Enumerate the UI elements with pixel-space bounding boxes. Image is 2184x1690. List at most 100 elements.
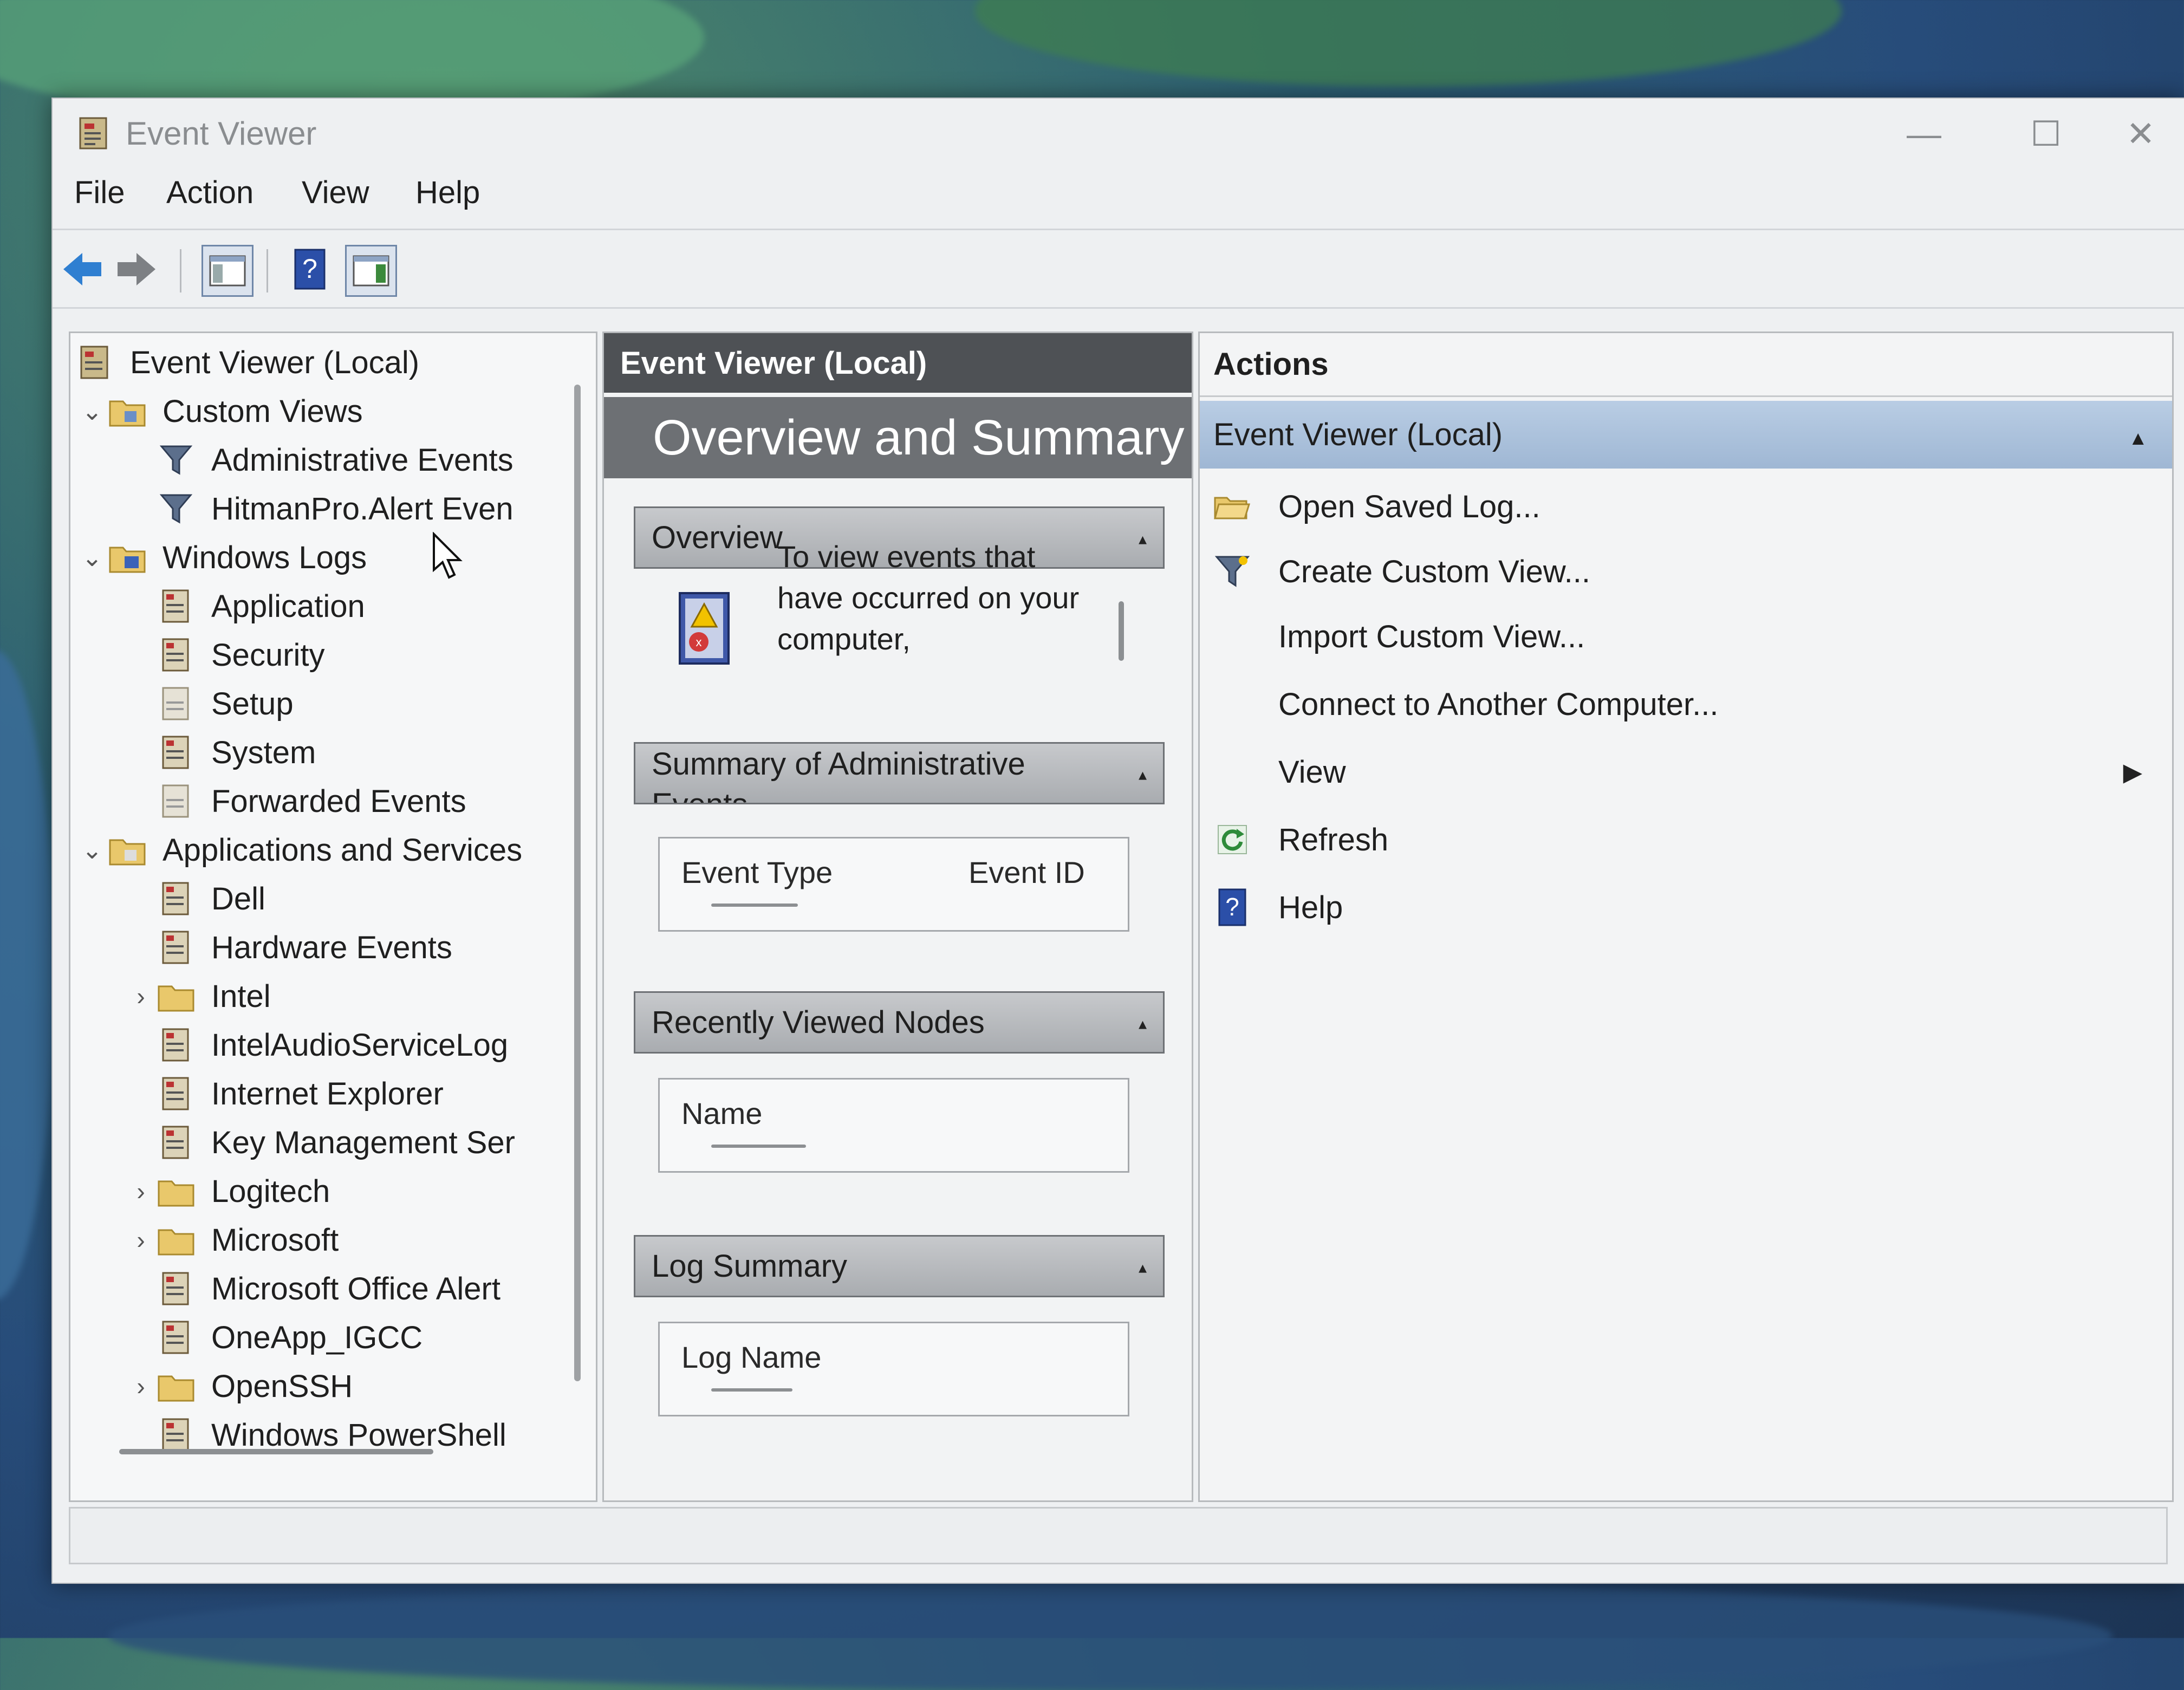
tree-root[interactable]: Event Viewer (Local) [76,339,419,386]
title-bar[interactable]: Event Viewer — ☐ ✕ [53,99,2184,169]
show-hide-action-pane-button[interactable] [345,245,397,297]
tree-label: Administrative Events [211,442,514,478]
column-header-name[interactable]: Name [681,1096,762,1131]
collapse-caret-icon[interactable]: ▴ [1139,1015,1147,1034]
action-refresh[interactable]: Refresh [1200,810,2172,869]
close-button[interactable]: ✕ [2100,109,2181,158]
event-log-warning-icon: x [679,592,730,665]
action-help[interactable]: ? Help [1200,877,2172,937]
tree-label: Key Management Ser [211,1124,515,1160]
tree-label: Dell [211,881,265,916]
menu-divider [53,229,2184,230]
log-icon [157,1318,195,1356]
action-open-saved-log[interactable]: Open Saved Log... [1200,477,2172,536]
tree-label: OneApp_IGCC [211,1320,423,1355]
action-label: Refresh [1278,822,1389,857]
toolbar-separator [180,249,181,292]
tree-node-custom-views[interactable]: ⌄ Custom Views [76,387,363,435]
back-arrow-icon [63,253,101,285]
column-header-event-type[interactable]: Event Type [681,855,833,890]
menu-action[interactable]: Action [166,174,253,211]
event-viewer-window: Event Viewer — ☐ ✕ File Action View Help… [51,98,2184,1584]
tree-node-intel[interactable]: › Intel [125,972,270,1020]
chevron-down-icon[interactable]: ⌄ [76,396,108,426]
tree-node-openssh[interactable]: › OpenSSH [125,1362,353,1410]
open-folder-icon [1211,485,1254,528]
tree-item-hardware-events[interactable]: Hardware Events [157,924,452,971]
back-button[interactable] [58,245,107,294]
mouse-cursor-icon [433,532,463,579]
summary-section-header[interactable]: Summary of Administrative Events ▴ [634,742,1165,804]
tree-item-dell[interactable]: Dell [157,875,265,922]
tree-node-logitech[interactable]: › Logitech [125,1167,330,1215]
tree-item-microsoft-office-alert[interactable]: Microsoft Office Alert [157,1265,500,1312]
action-import-custom-view[interactable]: Import Custom View... [1200,607,2172,666]
section-title: Recently Viewed Nodes [652,1005,985,1040]
close-icon: ✕ [2126,114,2155,153]
log-icon [157,782,195,820]
collapse-caret-icon[interactable]: ▴ [1139,530,1147,549]
tree-horizontal-scrollbar[interactable] [119,1449,433,1454]
help-button[interactable]: ? [285,245,334,294]
column-header-event-id[interactable]: Event ID [968,855,1085,890]
recent-nodes-section-header[interactable]: Recently Viewed Nodes ▴ [634,991,1165,1054]
tree-item-system[interactable]: System [157,729,316,776]
tree-vertical-scrollbar[interactable] [574,385,581,1381]
tree-label: Internet Explorer [211,1076,444,1112]
chevron-right-icon[interactable]: › [125,1225,157,1254]
tree-item-internet-explorer[interactable]: Internet Explorer [157,1070,444,1117]
tree-node-applications-and-services[interactable]: ⌄ Applications and Services [76,826,522,874]
tree-item-application[interactable]: Application [157,582,365,630]
wallpaper-blob [0,650,54,1300]
section-title: Summary of Administrative Events [652,746,1025,804]
tree-label: Setup [211,686,294,722]
svg-text:?: ? [302,253,317,284]
chevron-right-icon[interactable]: › [125,1372,157,1401]
tree-label: OpenSSH [211,1368,353,1404]
overview-description: To view events that have occurred on you… [777,540,1080,656]
action-view[interactable]: View ▶ [1200,742,2172,802]
tree-node-microsoft[interactable]: › Microsoft [125,1216,339,1264]
forward-arrow-icon [118,253,155,285]
chevron-right-icon[interactable]: › [125,981,157,1011]
collapse-caret-icon[interactable]: ▲ [2128,427,2148,450]
log-summary-section-header[interactable]: Log Summary ▴ [634,1235,1165,1297]
folder-icon [157,1172,195,1210]
tree-item-hitmanpro-alert[interactable]: HitmanPro.Alert Even [157,485,514,532]
menu-help[interactable]: Help [415,174,480,211]
action-label: Import Custom View... [1278,619,1585,654]
maximize-button[interactable]: ☐ [2005,109,2086,158]
tree-item-security[interactable]: Security [157,631,325,679]
menu-view[interactable]: View [302,174,369,211]
tree-node-windows-logs[interactable]: ⌄ Windows Logs [76,534,367,581]
chevron-down-icon[interactable]: ⌄ [76,543,108,572]
minimize-icon: — [1907,114,1941,153]
tree-label: Application [211,588,365,624]
column-header-log-name[interactable]: Log Name [681,1340,821,1375]
log-icon [157,1416,195,1454]
action-connect-to-another-computer[interactable]: Connect to Another Computer... [1200,674,2172,734]
collapse-caret-icon[interactable]: ▴ [1139,1258,1147,1277]
tree-item-administrative-events[interactable]: Administrative Events [157,436,514,484]
chevron-down-icon[interactable]: ⌄ [76,835,108,864]
overview-scrollbar[interactable] [1119,601,1124,661]
collapse-caret-icon[interactable]: ▴ [1139,765,1147,784]
tree-item-key-management[interactable]: Key Management Ser [157,1119,515,1166]
minimize-button[interactable]: — [1883,109,1965,158]
chevron-right-icon[interactable]: › [125,1176,157,1206]
tree-item-setup[interactable]: Setup [157,680,294,727]
menu-file[interactable]: File [74,174,125,211]
action-create-custom-view[interactable]: Create Custom View... [1200,542,2172,601]
grid-header-underline [711,1145,806,1148]
actions-group-header[interactable]: Event Viewer (Local) ▲ [1200,401,2172,469]
tree-item-oneapp-igcc[interactable]: OneApp_IGCC [157,1314,422,1361]
show-hide-console-tree-button[interactable] [202,245,253,297]
grid-header-underline [711,1388,792,1392]
tree-item-forwarded-events[interactable]: Forwarded Events [157,777,466,825]
log-icon [157,1123,195,1161]
action-label: Open Saved Log... [1278,489,1540,524]
forward-button[interactable] [112,245,161,294]
tree-item-intelaudioservicelog[interactable]: IntelAudioServiceLog [157,1021,508,1069]
blank-icon [1211,682,1254,726]
grid-header-underline [711,903,798,907]
